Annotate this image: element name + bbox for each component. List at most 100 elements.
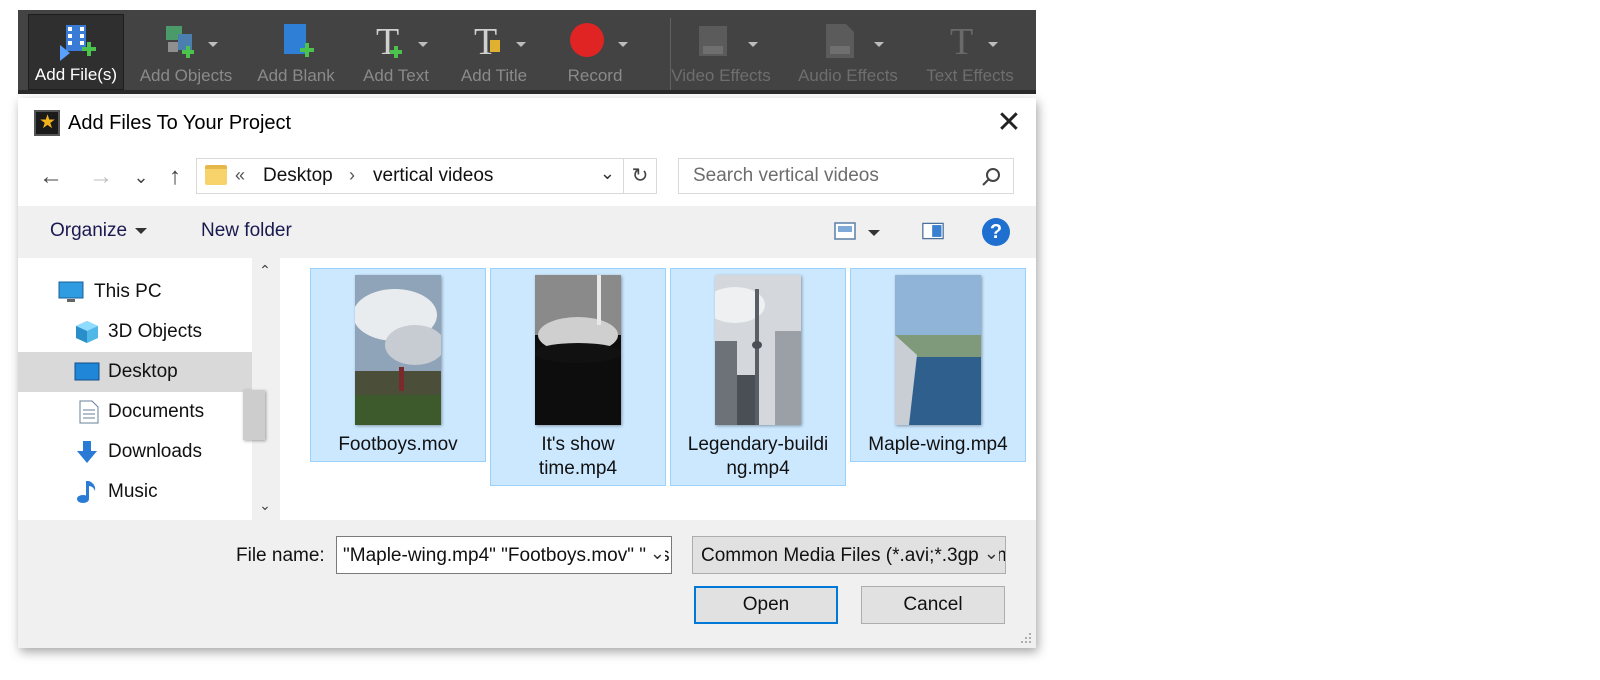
video-effects-icon [699,26,727,56]
organize-menu[interactable]: Organize [50,220,148,242]
file-name-line: Legendary-buildi [687,434,829,455]
file-type-select[interactable]: Common Media Files (*.avi;*.3gp;*.mp4;*.… [692,536,1006,574]
record-label: Record [567,66,623,85]
tree-item-music[interactable]: Music [18,472,252,512]
dialog-titlebar: Add Files To Your Project ✕ [18,98,1036,150]
address-bar[interactable]: « Desktop › vertical videos ⌄ [196,158,624,194]
this-pc-icon [58,281,84,302]
up-arrow-icon[interactable]: ↑ [160,162,190,192]
showtime-thumbnail [535,275,621,425]
chevron-down-icon [418,42,428,47]
add-objects-icon [166,26,194,58]
chevron-down-icon [516,42,526,47]
breadcrumb-vertical-videos[interactable]: vertical videos [373,165,493,187]
file-name-dropdown-chevron-icon[interactable]: ⌄ [645,543,665,564]
command-bar: Organize New folder ? [18,208,1036,256]
preview-pane-icon[interactable] [922,222,944,240]
file-name-value: "Maple-wing.mp4" "Footboys.mov" "It's sh… [343,545,671,566]
svg-text:T: T [950,21,973,62]
scrollbar-thumb[interactable] [243,390,265,440]
chevron-down-icon [135,227,148,234]
tree-item-desktop[interactable]: Desktop [18,352,252,392]
text-effects-button[interactable]: T Text Effects [916,14,1024,90]
record-icon [570,23,604,57]
tree-item-label: Downloads [108,441,202,462]
3d-objects-icon [76,321,98,343]
documents-icon [79,400,99,424]
file-name-line: Footboys.mov [338,434,458,455]
close-icon[interactable]: ✕ [992,106,1026,140]
tree-item-this-pc[interactable]: This PC [18,272,252,312]
tree-item-3d-objects[interactable]: 3D Objects [18,312,252,352]
scroll-up-icon[interactable]: ⌃ [252,262,278,279]
back-arrow-icon[interactable]: ← [36,162,66,192]
help-icon[interactable]: ? [982,218,1010,246]
tree-item-documents[interactable]: Documents [18,392,252,432]
address-row: ← → ⌄ ↑ « Desktop › vertical videos ⌄ ↻ … [18,150,1036,206]
chevron-down-icon [988,42,998,47]
scroll-down-icon[interactable]: ⌄ [252,497,278,514]
file-name-line: It's show [541,434,615,455]
nav-pane-scrollbar[interactable]: ⌃ ⌄ [243,258,278,520]
file-name: Maple-wing.mp4 [855,433,1021,457]
file-type-chevron-icon[interactable]: ⌄ [979,543,999,564]
cancel-button[interactable]: Cancel [861,586,1005,624]
search-input[interactable]: Search vertical videos [678,158,1014,194]
resize-grip-icon[interactable] [1018,630,1032,644]
audio-effects-button[interactable]: Audio Effects [788,14,908,90]
file-tile-maple-wing[interactable]: Maple-wing.mp4 [850,268,1026,462]
refresh-icon[interactable]: ↻ [623,158,657,194]
open-button[interactable]: Open [694,586,838,624]
file-name-line: time.mp4 [538,458,618,479]
music-icon [77,481,96,503]
breadcrumb-overflow[interactable]: « [235,165,245,186]
address-dropdown-chevron-icon[interactable]: ⌄ [600,163,615,184]
file-name: Legendary-buildi ng.mp4 [675,433,841,481]
file-tile-its-show-time[interactable]: It's show time.mp4 [490,268,666,486]
file-name-label: File name: [236,545,325,566]
add-blank-label: Add Blank [257,66,335,85]
video-effects-label: Video Effects [671,66,771,85]
file-name-field[interactable]: "Maple-wing.mp4" "Footboys.mov" "It's sh… [336,536,672,574]
tree-item-label: Desktop [108,361,178,382]
record-button[interactable]: Record [550,14,640,90]
footboys-thumbnail [355,275,441,425]
search-icon[interactable] [981,167,1001,187]
add-title-label: Add Title [460,66,528,85]
video-effects-button[interactable]: Video Effects [660,14,782,90]
search-placeholder: Search vertical videos [693,165,879,186]
add-title-icon: T [474,21,500,62]
change-view-icon[interactable] [834,222,856,240]
file-name-line: Maple-wing.mp4 [868,434,1008,455]
downloads-icon [77,441,97,463]
tree-item-label: This PC [94,281,162,302]
chevron-down-icon [748,42,758,47]
audio-effects-icon [826,24,854,58]
file-tile-footboys[interactable]: Footboys.mov [310,268,486,462]
desktop-icon [74,362,100,381]
add-title-button[interactable]: T Add Title [450,14,538,90]
new-folder-button[interactable]: New folder [201,220,292,242]
navigation-pane: This PC 3D Objects Desktop Documents Dow… [18,258,278,520]
recent-locations-chevron-icon[interactable]: ⌄ [126,162,156,192]
add-blank-button[interactable]: Add Blank [250,14,342,90]
audio-effects-label: Audio Effects [798,66,898,85]
add-blank-icon [284,24,314,57]
forward-arrow-icon[interactable]: → [86,162,116,192]
text-effects-label: Text Effects [926,66,1014,85]
file-list-pane: Footboys.mov It's show time.mp4 Legendar… [280,258,1036,520]
file-tile-legendary-building[interactable]: Legendary-buildi ng.mp4 [670,268,846,486]
tree-item-label: 3D Objects [108,321,202,342]
add-files-button[interactable]: Add File(s) [28,14,124,90]
breadcrumb-desktop[interactable]: Desktop [263,165,333,187]
tree-item-label: Music [108,481,158,502]
add-files-icon [60,25,96,61]
add-text-button[interactable]: T Add Text [352,14,440,90]
add-objects-button[interactable]: Add Objects [134,14,238,90]
add-text-icon: T [376,21,402,62]
view-options-chevron-icon[interactable] [868,230,880,236]
tree-item-downloads[interactable]: Downloads [18,432,252,472]
add-objects-label: Add Objects [139,66,233,85]
organize-label: Organize [50,220,128,241]
breadcrumb-separator: › [349,165,355,185]
